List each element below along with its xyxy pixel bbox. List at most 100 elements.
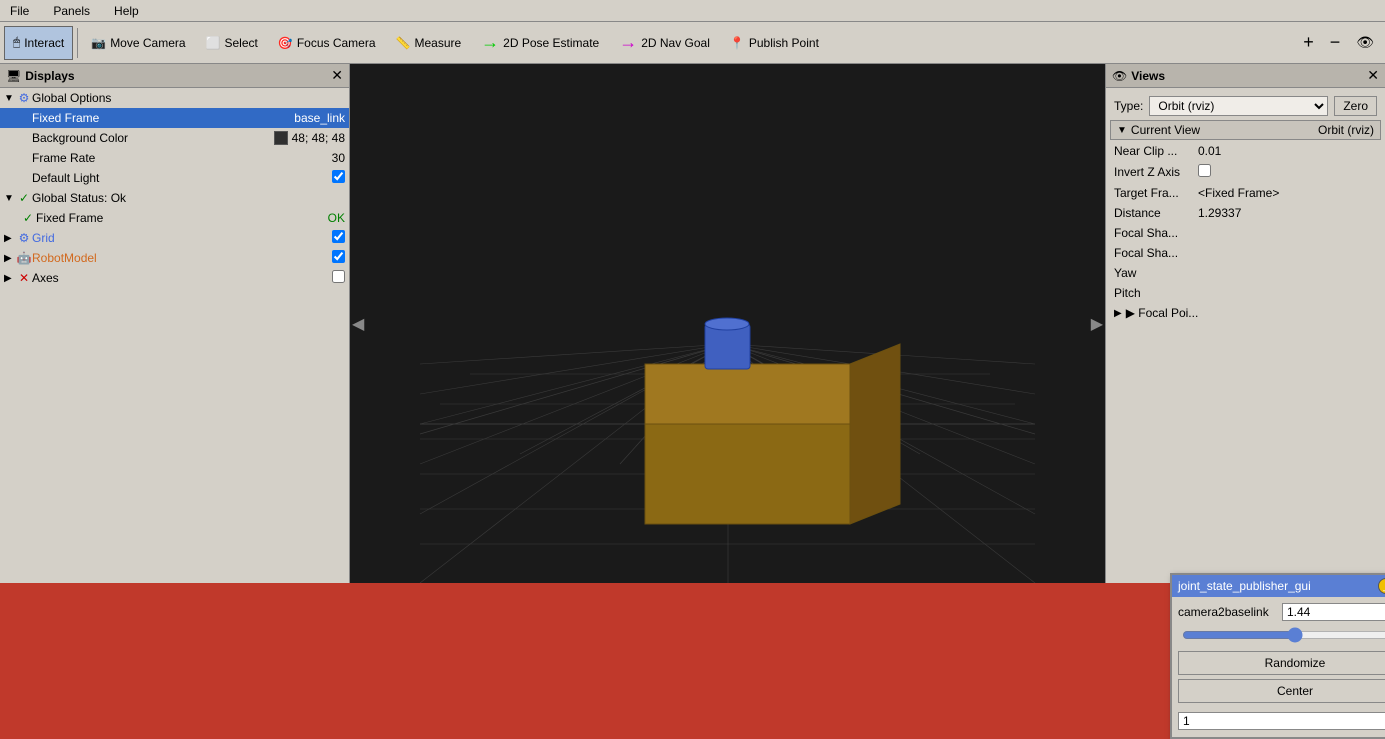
type-dropdown[interactable]: Orbit (rviz) <box>1149 96 1328 116</box>
move-camera-label: Move Camera <box>110 36 185 50</box>
popup-titlebar: joint_state_publisher_gui _ ✕ <box>1172 575 1385 597</box>
distance-row: Distance 1.29337 <box>1110 204 1381 222</box>
select-button[interactable]: ⬜ Select <box>197 26 267 60</box>
displays-tree: ▼ ⚙ Global Options Fixed Frame base_link… <box>0 88 349 583</box>
add-button[interactable]: + <box>1296 26 1321 60</box>
frame-rate-label: Frame Rate <box>32 151 332 165</box>
popup-number-input[interactable] <box>1178 712 1385 730</box>
publish-point-button[interactable]: 📍 Publish Point <box>721 26 828 60</box>
default-light-item[interactable]: Default Light <box>0 168 349 188</box>
view-button[interactable]: 👁 <box>1349 26 1381 60</box>
popup-minimize-button[interactable]: _ <box>1378 578 1385 594</box>
2d-nav-icon: → <box>619 32 637 53</box>
menubar: File Panels Help <box>0 0 1385 22</box>
separator-1 <box>77 28 78 58</box>
popup-controls: _ ✕ <box>1378 578 1385 594</box>
interact-label: Interact <box>24 36 64 50</box>
type-row: Type: Orbit (rviz) Zero <box>1110 92 1381 120</box>
invert-z-row: Invert Z Axis <box>1110 162 1381 182</box>
grid-expand[interactable]: ▶ <box>4 233 16 244</box>
global-options-item[interactable]: ▼ ⚙ Global Options <box>0 88 349 108</box>
grid-label: Grid <box>32 231 332 245</box>
axes-expand[interactable]: ▶ <box>4 273 16 284</box>
center-button[interactable]: Center <box>1178 679 1385 703</box>
current-view-value: Orbit (rviz) <box>1318 123 1374 137</box>
axes-check[interactable] <box>332 270 345 286</box>
popup-camera-input[interactable] <box>1282 603 1385 621</box>
global-options-label: Global Options <box>32 91 345 105</box>
robot-model-label: RobotModel <box>32 251 332 265</box>
axes-label: Axes <box>32 271 332 285</box>
default-light-check[interactable] <box>332 170 345 186</box>
current-view-header[interactable]: ▼ Current View Orbit (rviz) <box>1110 120 1381 140</box>
menu-help[interactable]: Help <box>108 2 145 20</box>
move-camera-button[interactable]: 📷 Move Camera <box>82 26 194 60</box>
yaw-label: Yaw <box>1114 266 1194 280</box>
popup-slider[interactable] <box>1182 627 1385 643</box>
global-status-item[interactable]: ▼ ✓ Global Status: Ok <box>0 188 349 208</box>
fixed-frame-item[interactable]: Fixed Frame base_link <box>0 108 349 128</box>
frame-rate-item[interactable]: Frame Rate 30 <box>0 148 349 168</box>
popup-title: joint_state_publisher_gui <box>1178 579 1311 593</box>
bg-color-value: 48; 48; 48 <box>274 131 345 145</box>
focal-sha2-row: Focal Sha... <box>1110 244 1381 262</box>
measure-button[interactable]: 📏 Measure <box>387 26 471 60</box>
popup-content: camera2baselink Randomize Center ▲ ▼ <box>1172 597 1385 737</box>
fixed-frame-ok-item[interactable]: ✓ Fixed Frame OK <box>0 208 349 228</box>
focus-camera-icon: 🎯 <box>278 36 293 50</box>
views-panel-close[interactable]: ✕ <box>1367 67 1379 84</box>
focal-point-label: ▶ Focal Poi... <box>1126 306 1206 320</box>
distance-value: 1.29337 <box>1198 206 1377 220</box>
grid-item[interactable]: ▶ ⚙ Grid <box>0 228 349 248</box>
focal-sha1-row: Focal Sha... <box>1110 224 1381 242</box>
focal-sha2-label: Focal Sha... <box>1114 246 1194 260</box>
displays-panel-close[interactable]: ✕ <box>331 67 343 84</box>
go-expand[interactable]: ▼ <box>4 93 16 104</box>
main-layout: 🖥 Displays ✕ ▼ ⚙ Global Options Fixed Fr… <box>0 64 1385 583</box>
focal-point-expand[interactable]: ▶ <box>1114 308 1122 319</box>
grid-check[interactable] <box>332 230 345 246</box>
views-panel-title: Views <box>1131 69 1165 83</box>
near-clip-label: Near Clip ... <box>1114 144 1194 158</box>
grid-icon: ⚙ <box>16 231 32 245</box>
displays-panel-icon: 🖥 <box>6 69 21 83</box>
rm-expand[interactable]: ▶ <box>4 253 16 264</box>
interact-button[interactable]: 🖱 Interact <box>4 26 73 60</box>
invert-z-label: Invert Z Axis <box>1114 165 1194 179</box>
go-icon: ⚙ <box>16 91 32 105</box>
zero-button[interactable]: Zero <box>1334 96 1377 116</box>
current-view-expand[interactable]: ▼ <box>1117 125 1127 136</box>
robot-model-check[interactable] <box>332 250 345 266</box>
focus-camera-label: Focus Camera <box>297 36 376 50</box>
bg-color-label: Background Color <box>32 131 274 145</box>
2d-pose-icon: → <box>481 32 499 53</box>
gs-expand[interactable]: ▼ <box>4 193 16 204</box>
robot-model-item[interactable]: ▶ 🤖 RobotModel <box>0 248 349 268</box>
invert-z-check[interactable] <box>1198 164 1377 180</box>
randomize-button[interactable]: Randomize <box>1178 651 1385 675</box>
fixed-frame-label: Fixed Frame <box>32 111 294 125</box>
menu-panels[interactable]: Panels <box>47 2 96 20</box>
2d-nav-button[interactable]: → 2D Nav Goal <box>610 26 719 60</box>
displays-panel-header: 🖥 Displays ✕ <box>0 64 349 88</box>
move-camera-icon: 📷 <box>91 36 106 50</box>
viewport-left-arrow[interactable]: ◀ <box>352 314 364 334</box>
pitch-row: Pitch <box>1110 284 1381 302</box>
views-panel-icon: 👁 <box>1112 69 1127 83</box>
viewport[interactable]: ◀ ▶ <box>350 64 1105 583</box>
ffo-check: ✓ <box>20 211 36 225</box>
menu-file[interactable]: File <box>4 2 35 20</box>
focal-point-row[interactable]: ▶ ▶ Focal Poi... <box>1110 304 1381 322</box>
fixed-frame-value: base_link <box>294 111 345 125</box>
popup-number-row: ▲ ▼ <box>1178 711 1385 731</box>
viewport-right-arrow[interactable]: ▶ <box>1091 314 1103 334</box>
color-swatch <box>274 131 288 145</box>
2d-pose-button[interactable]: → 2D Pose Estimate <box>472 26 608 60</box>
publish-point-label: Publish Point <box>749 36 819 50</box>
remove-button[interactable]: − <box>1323 26 1348 60</box>
bg-color-item[interactable]: Background Color 48; 48; 48 <box>0 128 349 148</box>
joint-state-popup: joint_state_publisher_gui _ ✕ camera2bas… <box>1170 573 1385 739</box>
focus-camera-button[interactable]: 🎯 Focus Camera <box>269 26 385 60</box>
axes-item[interactable]: ▶ ✕ Axes <box>0 268 349 288</box>
robot-model-icon: 🤖 <box>16 251 32 265</box>
